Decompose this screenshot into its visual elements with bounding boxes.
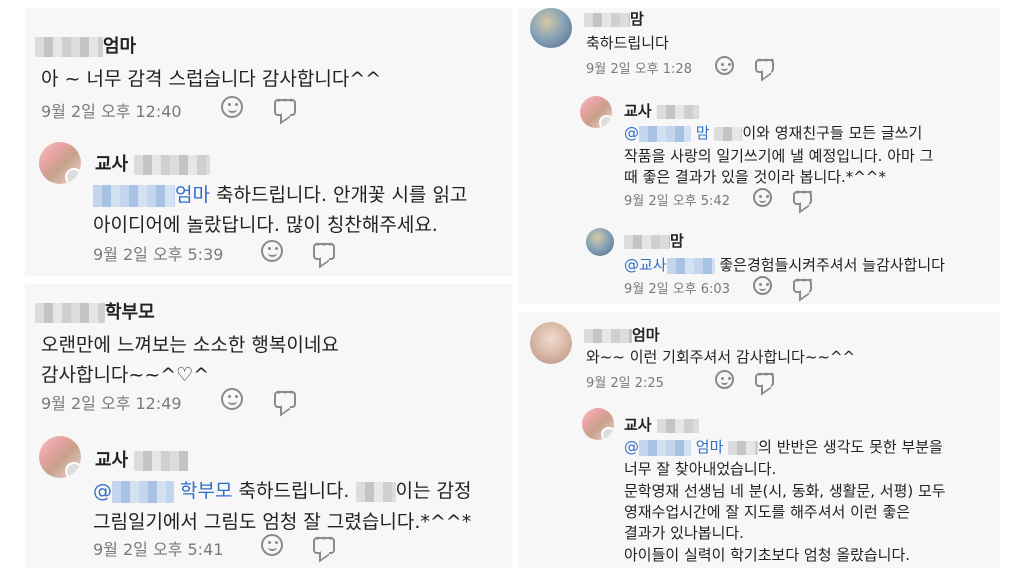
comment-text: 엄마 축하드립니다. 안개꽃 시를 읽고 [93, 180, 467, 207]
emoji-react-icon[interactable] [753, 276, 772, 295]
divider [518, 304, 1000, 312]
comment-text: 아이디어에 놀랐답니다. 많이 칭찬해주세요. [93, 214, 438, 236]
commenter-name: 학부모 [35, 298, 155, 324]
blurred-name [584, 328, 632, 343]
emoji-react-icon[interactable] [221, 96, 243, 118]
comment-text: 결과가 있나봅니다. [624, 524, 744, 542]
comment-text: 영재수업시간에 잘 지도를 해주셔서 이런 좋은 [624, 503, 911, 521]
comment-text: 문학영재 선생님 네 분(시, 동화, 생활문, 서평) 모두 [624, 482, 946, 500]
comment-time: 9월 2일 오후 5:41 [93, 540, 224, 559]
mention-tag[interactable]: 엄마 [696, 438, 724, 456]
blurred-name [134, 155, 211, 175]
emoji-react-icon[interactable] [221, 388, 243, 410]
comment-text: 너무 잘 찾아내었습니다. [624, 460, 777, 478]
comment-text: 와~~ 이런 기회주셔서 감사합니다~~^^ [586, 348, 856, 366]
commenter-name: 교사 [95, 150, 211, 176]
blurred-name [656, 104, 699, 119]
blurred-name [584, 12, 630, 27]
emoji-react-icon[interactable] [715, 370, 734, 389]
reply-icon[interactable] [313, 531, 335, 554]
emoji-react-icon[interactable] [753, 188, 772, 207]
mention-tag[interactable]: @교사 [624, 256, 667, 274]
mention-tag[interactable]: 학부모 [180, 480, 232, 502]
blurred-mention [93, 184, 175, 207]
commenter-name: 교사 [95, 446, 189, 472]
commenter-name: 엄마 [35, 32, 136, 58]
comment-text: 아이들이 실력이 학기초보다 엄청 올랐습니다. [624, 546, 911, 564]
comment-text: 그림일기에서 그림도 엄청 잘 그렸습니다.*^^* [93, 511, 472, 533]
comment-time: 9월 2일 오후 12:49 [41, 394, 182, 413]
blurred-mention [639, 125, 691, 142]
commenter-name: 엄마 [584, 324, 660, 345]
blurred-mention [666, 257, 715, 274]
reply-icon[interactable] [793, 185, 812, 205]
blurred-mention [112, 480, 174, 503]
avatar[interactable] [39, 142, 81, 184]
reply-icon[interactable] [755, 367, 774, 387]
avatar[interactable] [530, 8, 572, 48]
comment-time: 9월 2일 오후 5:39 [93, 245, 224, 264]
blurred-name [35, 303, 105, 323]
commenter-name: 맘 [584, 8, 644, 29]
emoji-react-icon[interactable] [715, 56, 734, 75]
comment-time: 9월 2일 오후 1:28 [586, 62, 692, 77]
comment-text: 아 ~ 너무 감격 스럽습니다 감사합니다^^ [41, 68, 382, 90]
comment-text: 때 좋은 결과가 있을 것이라 봅니다.*^^* [624, 168, 886, 186]
commenter-name: 교사 [624, 414, 699, 435]
emoji-react-icon[interactable] [261, 534, 283, 556]
avatar[interactable] [582, 408, 614, 440]
emoji-react-icon[interactable] [261, 240, 283, 262]
comment-time: 9월 2일 오후 12:40 [41, 102, 182, 121]
comment-text: @ 엄마 의 반반은 생각도 못한 부분을 [624, 438, 943, 456]
comment-text: 작품을 사랑의 일기쓰기에 낼 예정입니다. 아마 그 [624, 147, 934, 165]
blurred-name [728, 440, 759, 455]
reply-icon[interactable] [793, 273, 812, 293]
blurred-name [355, 481, 396, 502]
reply-icon[interactable] [755, 53, 774, 73]
comment-text: @ 학부모 축하드립니다. 이는 감정 [93, 480, 472, 503]
comment-text: 축하드립니다 [586, 34, 669, 52]
comment-time: 9월 2일 오후 6:03 [624, 282, 730, 297]
reply-icon[interactable] [274, 385, 296, 408]
mention-tag[interactable]: 맘 [696, 124, 710, 142]
blurred-name [134, 451, 189, 471]
avatar[interactable] [530, 322, 572, 364]
comment-text: @교사 좋은경험들시켜주셔서 늘감사합니다 [624, 256, 945, 274]
right-comment-panel: 맘 축하드립니다 9월 2일 오후 1:28 교사 @ 맘 이와 영재친구들 모… [518, 8, 1000, 568]
comment-text: 오랜만에 느껴보는 소소한 행복이네요 [41, 334, 339, 356]
blurred-mention [639, 439, 691, 456]
reply-icon[interactable] [313, 237, 335, 260]
blurred-name [624, 234, 670, 249]
comment-text: 감사합니다~~^♡^ [41, 364, 210, 386]
comment-time: 9월 2일 2:25 [586, 376, 664, 391]
avatar[interactable] [580, 96, 612, 128]
blurred-name [656, 418, 699, 433]
commenter-name: 맘 [624, 230, 684, 251]
comment-time: 9월 2일 오후 5:42 [624, 194, 730, 209]
blurred-name [714, 126, 743, 141]
comment-text: @ 맘 이와 영재친구들 모든 글쓰기 [624, 124, 923, 142]
left-comment-panel: 엄마 아 ~ 너무 감격 스럽습니다 감사합니다^^ 9월 2일 오후 12:4… [25, 8, 512, 568]
avatar[interactable] [586, 228, 614, 256]
divider [25, 276, 512, 284]
reply-icon[interactable] [274, 93, 296, 116]
blurred-name [35, 37, 103, 57]
commenter-name: 교사 [624, 100, 699, 121]
avatar[interactable] [39, 436, 81, 478]
mention-tag[interactable]: 엄마 [175, 184, 210, 206]
